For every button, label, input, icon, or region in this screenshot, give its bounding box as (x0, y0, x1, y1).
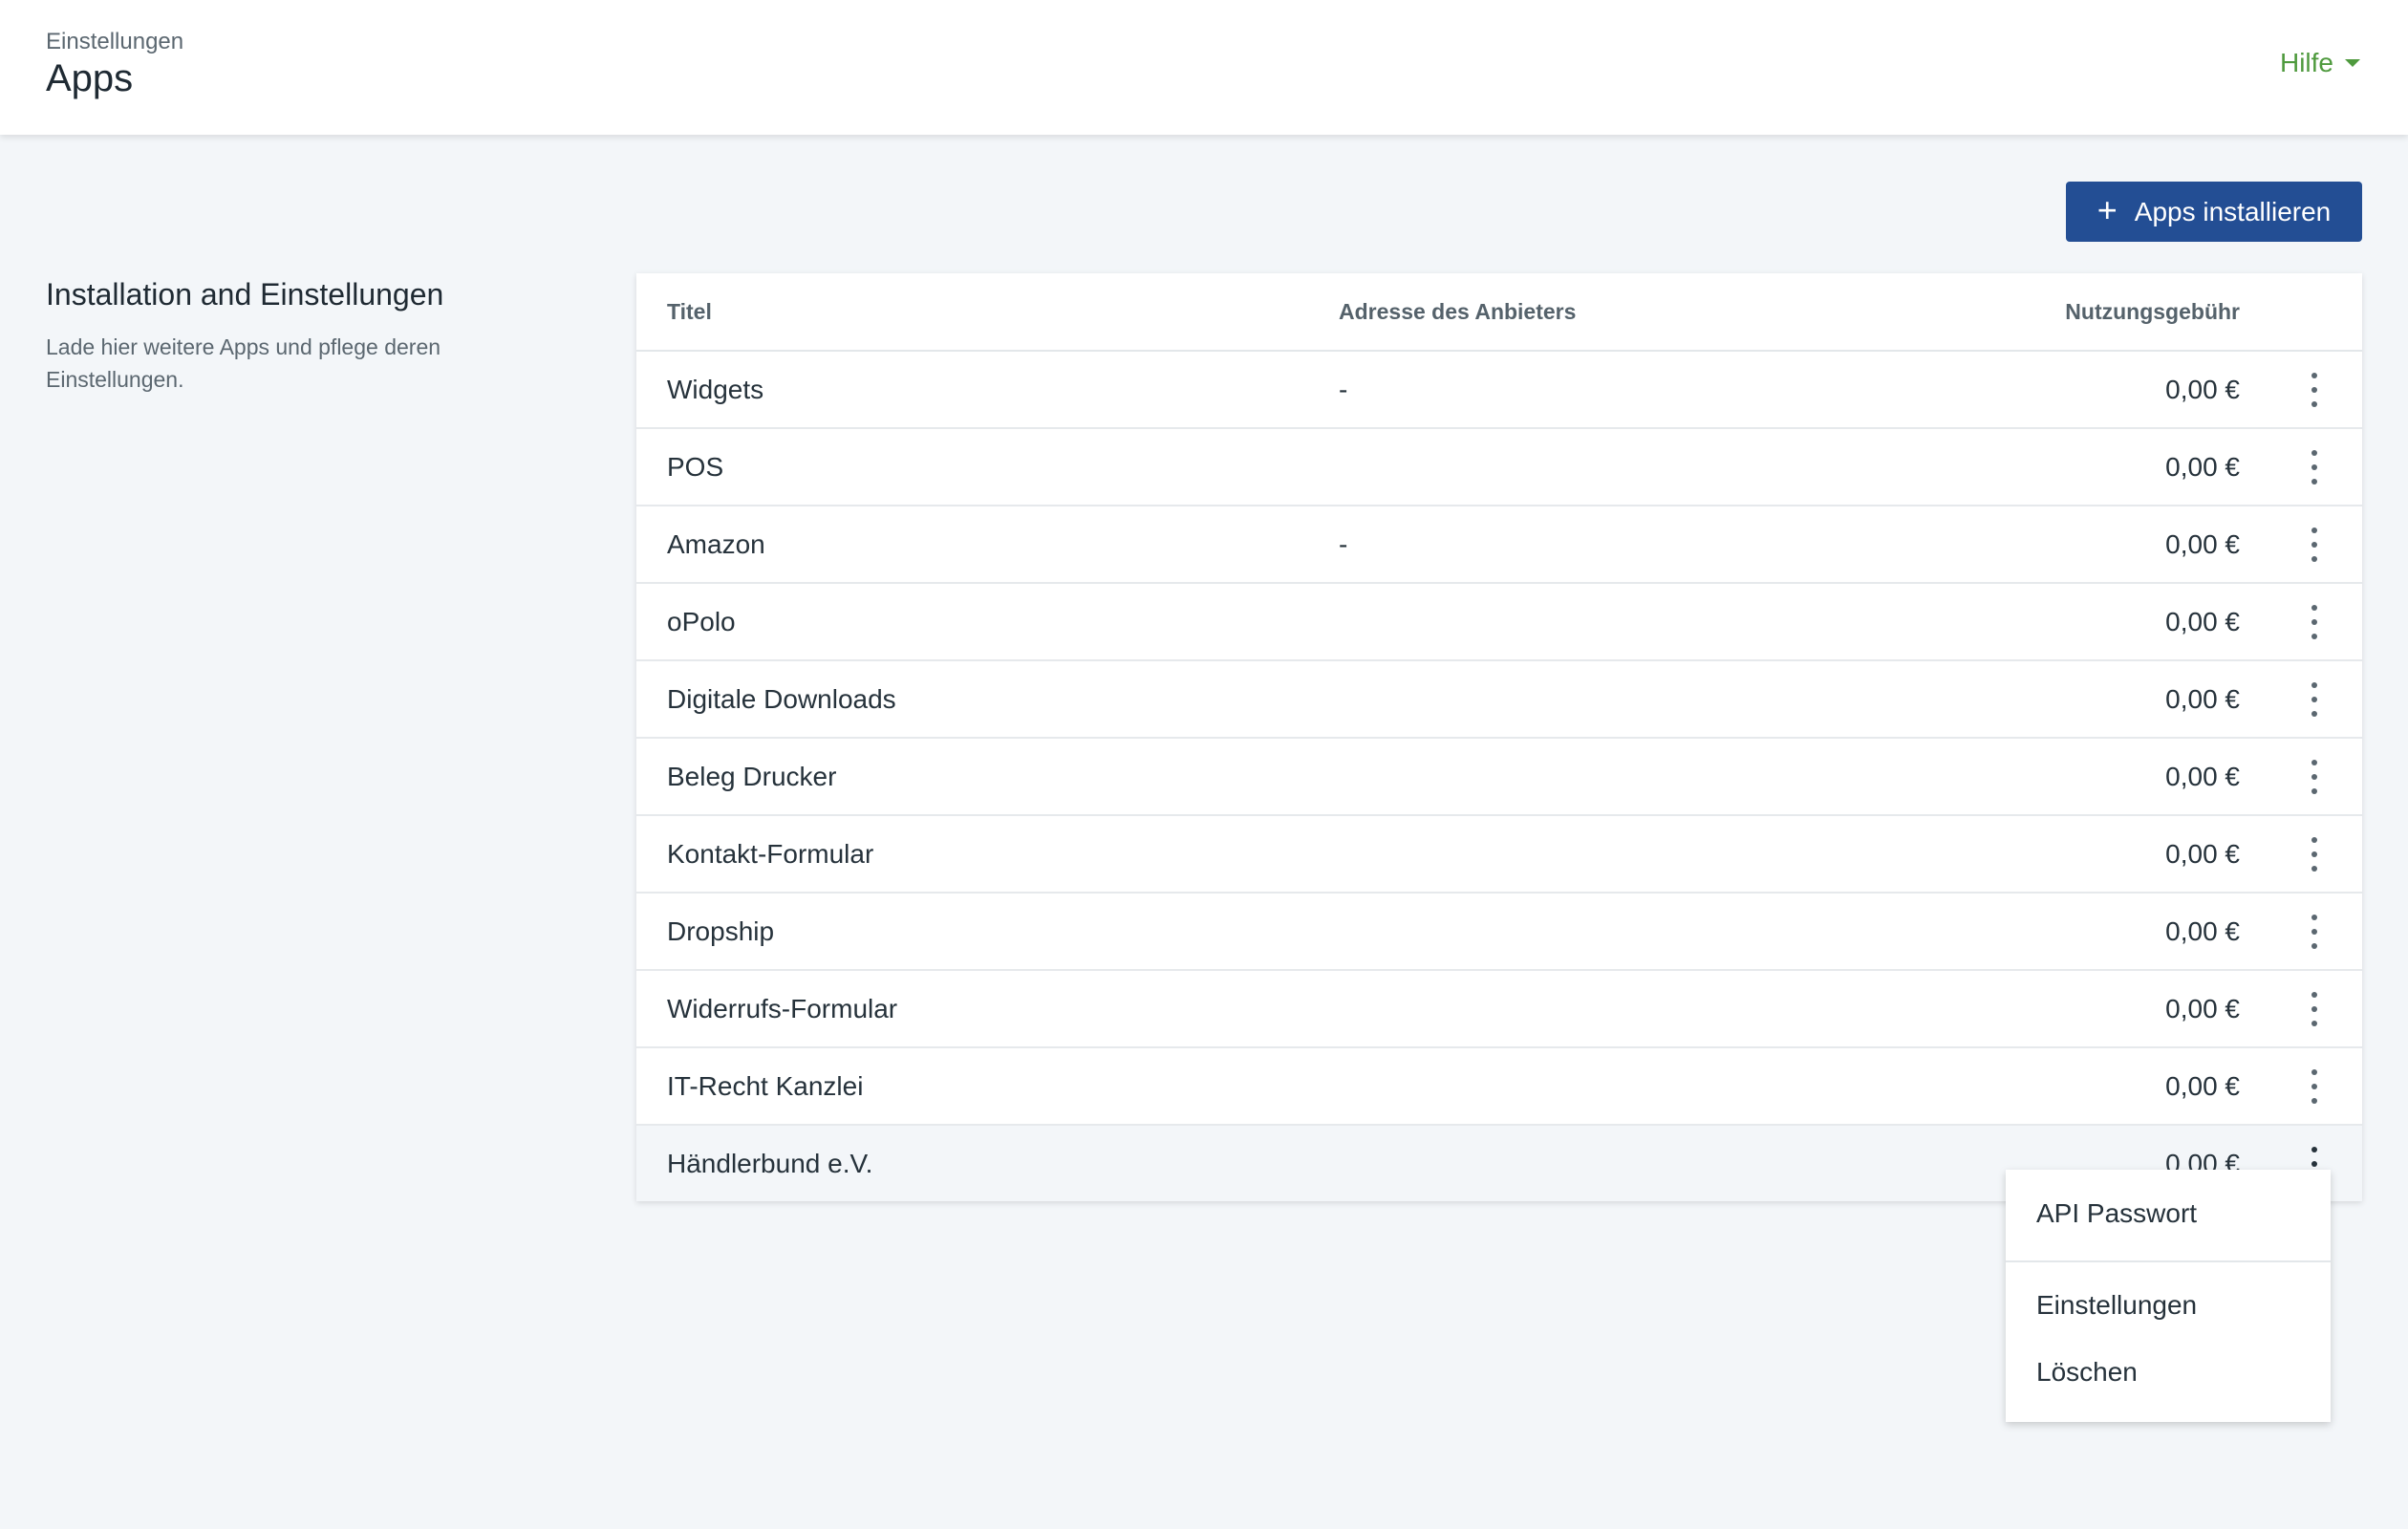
more-options-icon[interactable] (2305, 681, 2324, 717)
more-options-icon[interactable] (2305, 449, 2324, 485)
usage-fee: 0,00 € (2165, 606, 2240, 636)
app-title: Kontakt-Formular (667, 838, 874, 869)
breadcrumb[interactable]: Einstellungen (46, 29, 183, 55)
table-row[interactable]: IT-Recht Kanzlei 0,00 € (636, 1048, 2362, 1126)
table-row[interactable]: Amazon - 0,00 € (636, 506, 2362, 584)
app-title: POS (667, 451, 724, 482)
menu-item-settings[interactable]: Einstellungen (2036, 1290, 2197, 1321)
usage-fee: 0,00 € (2165, 915, 2240, 946)
table-row[interactable]: Kontakt-Formular 0,00 € (636, 816, 2362, 894)
usage-fee: 0,00 € (2165, 528, 2240, 559)
app-title: Widerrufs-Formular (667, 993, 898, 1023)
more-options-icon[interactable] (2305, 372, 2324, 407)
table-row[interactable]: Beleg Drucker 0,00 € (636, 739, 2362, 816)
row-context-menu: API Passwort Einstellungen Löschen (2006, 1170, 2331, 1422)
usage-fee: 0,00 € (2165, 374, 2240, 404)
usage-fee: 0,00 € (2165, 838, 2240, 869)
app-title: Widgets (667, 374, 764, 404)
install-apps-button[interactable]: + Apps installieren (2066, 182, 2362, 242)
table-row[interactable]: oPolo 0,00 € (636, 584, 2362, 661)
app-title: Beleg Drucker (667, 761, 837, 791)
provider-address: - (1339, 374, 1348, 404)
app-title: IT-Recht Kanzlei (667, 1070, 864, 1101)
app-title: Amazon (667, 528, 765, 559)
help-menu[interactable]: Hilfe (2280, 48, 2360, 78)
usage-fee: 0,00 € (2165, 1070, 2240, 1101)
column-header-address[interactable]: Adresse des Anbieters (1339, 299, 1576, 325)
app-title: oPolo (667, 606, 736, 636)
apps-table: Titel Adresse des Anbieters Nutzungsgebü… (636, 273, 2362, 1201)
section-title: Installation and Einstellungen (46, 277, 444, 312)
section-description: Lade hier weitere Apps und pflege deren … (46, 334, 441, 392)
usage-fee: 0,00 € (2165, 761, 2240, 791)
caret-down-icon (2345, 59, 2360, 67)
menu-item-delete[interactable]: Löschen (2036, 1357, 2138, 1388)
more-options-icon[interactable] (2305, 991, 2324, 1026)
top-bar: Einstellungen Apps Hilfe (0, 0, 2408, 135)
app-title: Digitale Downloads (667, 683, 896, 714)
app-title: Händlerbund e.V. (667, 1148, 873, 1178)
table-row[interactable]: POS 0,00 € (636, 429, 2362, 506)
more-options-icon[interactable] (2305, 604, 2324, 639)
table-row[interactable]: Digitale Downloads 0,00 € (636, 661, 2362, 739)
usage-fee: 0,00 € (2165, 683, 2240, 714)
usage-fee: 0,00 € (2165, 993, 2240, 1023)
more-options-icon[interactable] (2305, 914, 2324, 949)
table-row[interactable]: Widerrufs-Formular 0,00 € (636, 971, 2362, 1048)
app-title: Dropship (667, 915, 775, 946)
help-label: Hilfe (2279, 48, 2333, 77)
more-options-icon[interactable] (2305, 759, 2324, 794)
plus-icon: + (2096, 190, 2118, 229)
provider-address: - (1339, 528, 1348, 559)
more-options-icon[interactable] (2305, 527, 2324, 562)
install-apps-label: Apps installieren (2134, 196, 2332, 226)
page-title: Apps (46, 57, 134, 99)
table-row[interactable]: Dropship 0,00 € (636, 894, 2362, 971)
table-header: Titel Adresse des Anbieters Nutzungsgebü… (636, 273, 2362, 352)
more-options-icon[interactable] (2305, 1068, 2324, 1104)
table-row[interactable]: Widgets - 0,00 € (636, 352, 2362, 429)
menu-divider (2006, 1260, 2331, 1262)
usage-fee: 0,00 € (2165, 451, 2240, 482)
menu-item-api-password[interactable]: API Passwort (2036, 1198, 2197, 1229)
column-header-title[interactable]: Titel (667, 299, 712, 325)
more-options-icon[interactable] (2305, 836, 2324, 872)
column-header-fee[interactable]: Nutzungsgebühr (2065, 299, 2240, 325)
